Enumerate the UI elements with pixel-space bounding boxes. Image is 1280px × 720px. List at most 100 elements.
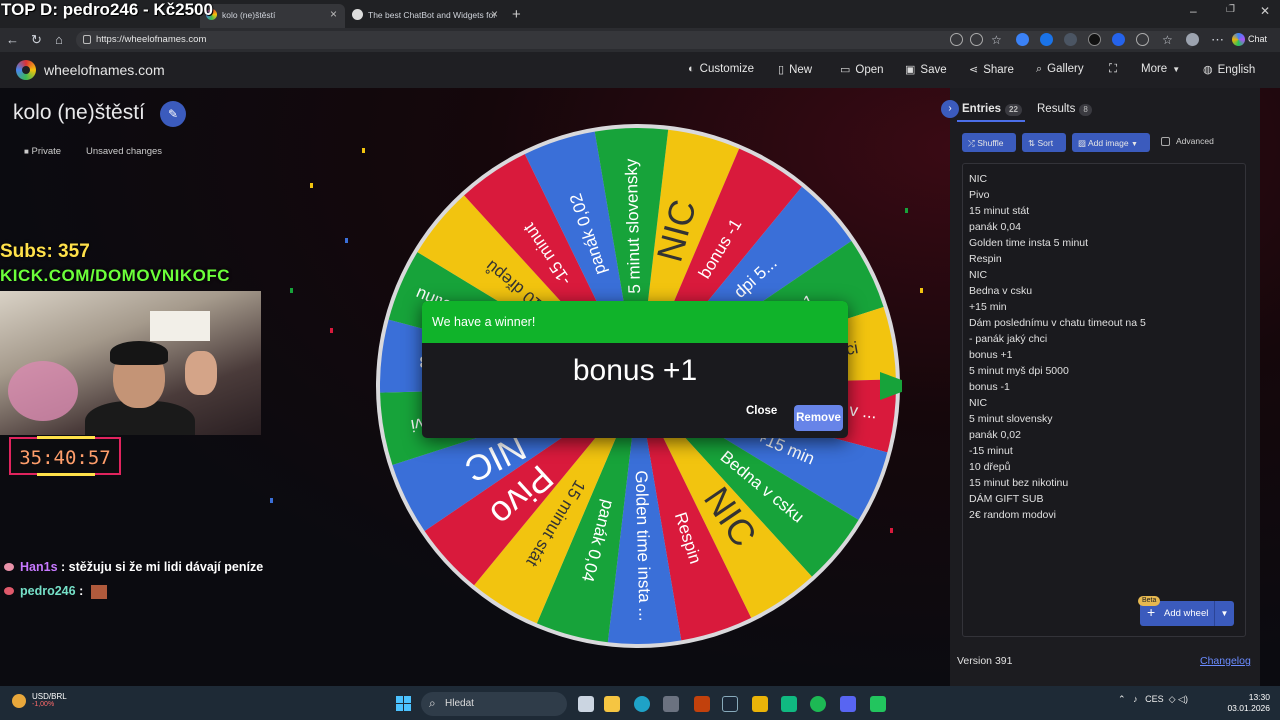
subs-counter: Subs: 357 xyxy=(0,241,90,262)
extension-icon[interactable] xyxy=(1016,33,1029,46)
menu-new[interactable]: ▯ New xyxy=(778,63,812,76)
favorites-icon[interactable]: ☆ xyxy=(1162,32,1173,48)
home-icon[interactable]: ⌂ xyxy=(55,32,63,48)
entry-item: 15 minut stát xyxy=(969,205,1030,217)
remove-button[interactable]: Remove xyxy=(794,405,843,431)
app-icon[interactable] xyxy=(870,696,886,712)
url-text: https://wheelofnames.com xyxy=(96,34,207,45)
taskbar-clock[interactable]: 13:30 03.01.2026 xyxy=(1224,692,1270,714)
shuffle-button[interactable]: ⤮ Shuffle xyxy=(962,133,1016,152)
tab-results[interactable]: Results 8 xyxy=(1037,103,1092,116)
button-label: Shuffle xyxy=(977,138,1004,148)
webcam-plush xyxy=(8,361,78,421)
collapse-panel-icon[interactable]: › xyxy=(941,100,959,118)
task-view-icon[interactable] xyxy=(578,696,594,712)
copilot-chat-button[interactable]: Chat xyxy=(1232,30,1267,50)
profile-avatar[interactable] xyxy=(1186,33,1199,46)
new-tab-button[interactable]: + xyxy=(508,4,532,28)
maximize-window-icon[interactable]: ❐ xyxy=(1226,4,1246,28)
copilot-icon xyxy=(1232,33,1245,46)
discord-icon[interactable] xyxy=(840,696,856,712)
address-bar: ← ↻ ⌂ https://wheelofnames.com ☆ ☆ ⋯ xyxy=(0,28,1280,52)
search-placeholder: Hledat xyxy=(445,698,474,709)
entry-item: 15 minut bez nikotinu xyxy=(969,477,1069,489)
network-icon[interactable]: ◇ xyxy=(1169,694,1176,704)
menu-share[interactable]: ⋖ Share xyxy=(969,63,1014,76)
site-header: wheelofnames.com ◐ Customize ▯ New ▭ Open ▣… xyxy=(0,52,1280,88)
windows-start-icon[interactable] xyxy=(396,696,411,711)
chat-username: pedro246 xyxy=(20,584,76,598)
changelog-link[interactable]: Changelog xyxy=(1200,655,1251,667)
extension-icon[interactable] xyxy=(1112,33,1125,46)
tab-entries[interactable]: Entries 22 xyxy=(962,103,1022,116)
minimize-window-icon[interactable]: – xyxy=(1190,4,1210,28)
spotify-icon[interactable] xyxy=(810,696,826,712)
favorite-star-icon[interactable]: ☆ xyxy=(991,32,1002,48)
menu-customize[interactable]: ◐ Customize xyxy=(688,63,754,75)
chevron-down-icon: ▼ xyxy=(1130,141,1138,148)
extension-icon[interactable] xyxy=(1040,33,1053,46)
microphone-icon[interactable]: ♪ xyxy=(1133,694,1138,704)
entry-item: 5 minut myš dpi 5000 xyxy=(969,365,1069,377)
entry-item: Dám poslednímu v chatu timeout na 5 xyxy=(969,317,1146,329)
tab-label: kolo (ne)štěstí xyxy=(222,10,276,20)
translate-icon[interactable] xyxy=(950,33,963,46)
reload-icon[interactable]: ↻ xyxy=(31,32,42,48)
more-menu-icon[interactable]: ⋯ xyxy=(1211,32,1224,48)
entries-count: 22 xyxy=(1005,104,1022,116)
subathon-timer: 35:40:57 xyxy=(9,436,121,476)
plus-icon: + xyxy=(1147,604,1156,620)
menu-open[interactable]: ▭ Open xyxy=(840,63,884,76)
edge-icon[interactable] xyxy=(634,696,650,712)
extension-icon[interactable] xyxy=(1088,33,1101,46)
extension-icon[interactable] xyxy=(1064,33,1077,46)
tab-label: Results xyxy=(1037,103,1076,115)
globe-icon: ◍ xyxy=(1203,64,1213,76)
close-window-icon[interactable]: ✕ xyxy=(1260,4,1280,28)
back-icon[interactable]: ← xyxy=(6,32,19,48)
fullscreen-icon[interactable]: ⛶ xyxy=(1109,63,1117,76)
stock-widget[interactable]: USD/BRL -1,00% xyxy=(12,692,67,708)
app-icon[interactable] xyxy=(781,696,797,712)
system-tray[interactable]: ⌃ ♪ CES ◇ ◁) xyxy=(1118,694,1188,705)
entry-item: Bedna v csku xyxy=(969,285,1033,297)
app-icon[interactable] xyxy=(752,696,768,712)
sort-button[interactable]: ⇅ Sort xyxy=(1022,133,1066,152)
advanced-checkbox[interactable]: Advanced xyxy=(1161,136,1214,146)
entry-item: Pivo xyxy=(969,189,990,201)
add-wheel-dropdown-icon[interactable]: ▼ xyxy=(1214,601,1234,626)
menu-more[interactable]: More ▼ xyxy=(1141,63,1185,75)
shuffle-icon: ⤮ xyxy=(968,138,975,148)
edit-title-pencil-icon[interactable]: ✎ xyxy=(160,101,186,127)
steam-icon[interactable] xyxy=(722,696,738,712)
menu-language[interactable]: ◍ English xyxy=(1203,63,1255,76)
store-icon[interactable] xyxy=(663,696,679,712)
active-tab-indicator xyxy=(957,120,1025,122)
private-badge[interactable]: ■ Private xyxy=(24,146,61,157)
tab-chatbot[interactable]: The best ChatBot and Widgets for × xyxy=(346,4,506,28)
entry-item: Golden time insta 5 minut xyxy=(969,237,1089,249)
wheel-logo-icon[interactable] xyxy=(16,60,36,80)
extensions-puzzle-icon[interactable] xyxy=(1136,33,1149,46)
close-tab-icon[interactable]: × xyxy=(330,7,337,21)
reader-icon[interactable] xyxy=(970,33,983,46)
language-indicator[interactable]: CES xyxy=(1145,694,1164,704)
close-tab-icon[interactable]: × xyxy=(491,7,498,21)
winner-dialog-header: We have a winner! xyxy=(422,301,848,343)
entry-item: NIC xyxy=(969,397,988,409)
menu-gallery[interactable]: ⌕ Gallery xyxy=(1036,63,1084,76)
app-icon[interactable] xyxy=(694,696,710,712)
chevron-down-icon: ▼ xyxy=(1172,65,1181,74)
close-button[interactable]: Close xyxy=(746,405,777,417)
add-image-button[interactable]: ▨ Add image ▼ xyxy=(1072,133,1150,152)
tab-wheel[interactable]: kolo (ne)štěstí × xyxy=(200,4,345,28)
menu-label: Customize xyxy=(699,63,754,75)
site-name[interactable]: wheelofnames.com xyxy=(44,62,165,78)
menu-save[interactable]: ▣ Save xyxy=(905,63,947,76)
chevron-up-icon[interactable]: ⌃ xyxy=(1118,694,1126,704)
volume-icon[interactable]: ◁) xyxy=(1178,694,1188,704)
file-explorer-icon[interactable] xyxy=(604,696,620,712)
taskbar-search[interactable]: ⌕ Hledat xyxy=(421,692,567,716)
entry-item: Respin xyxy=(969,253,1002,265)
tab-label: Entries xyxy=(962,103,1001,115)
